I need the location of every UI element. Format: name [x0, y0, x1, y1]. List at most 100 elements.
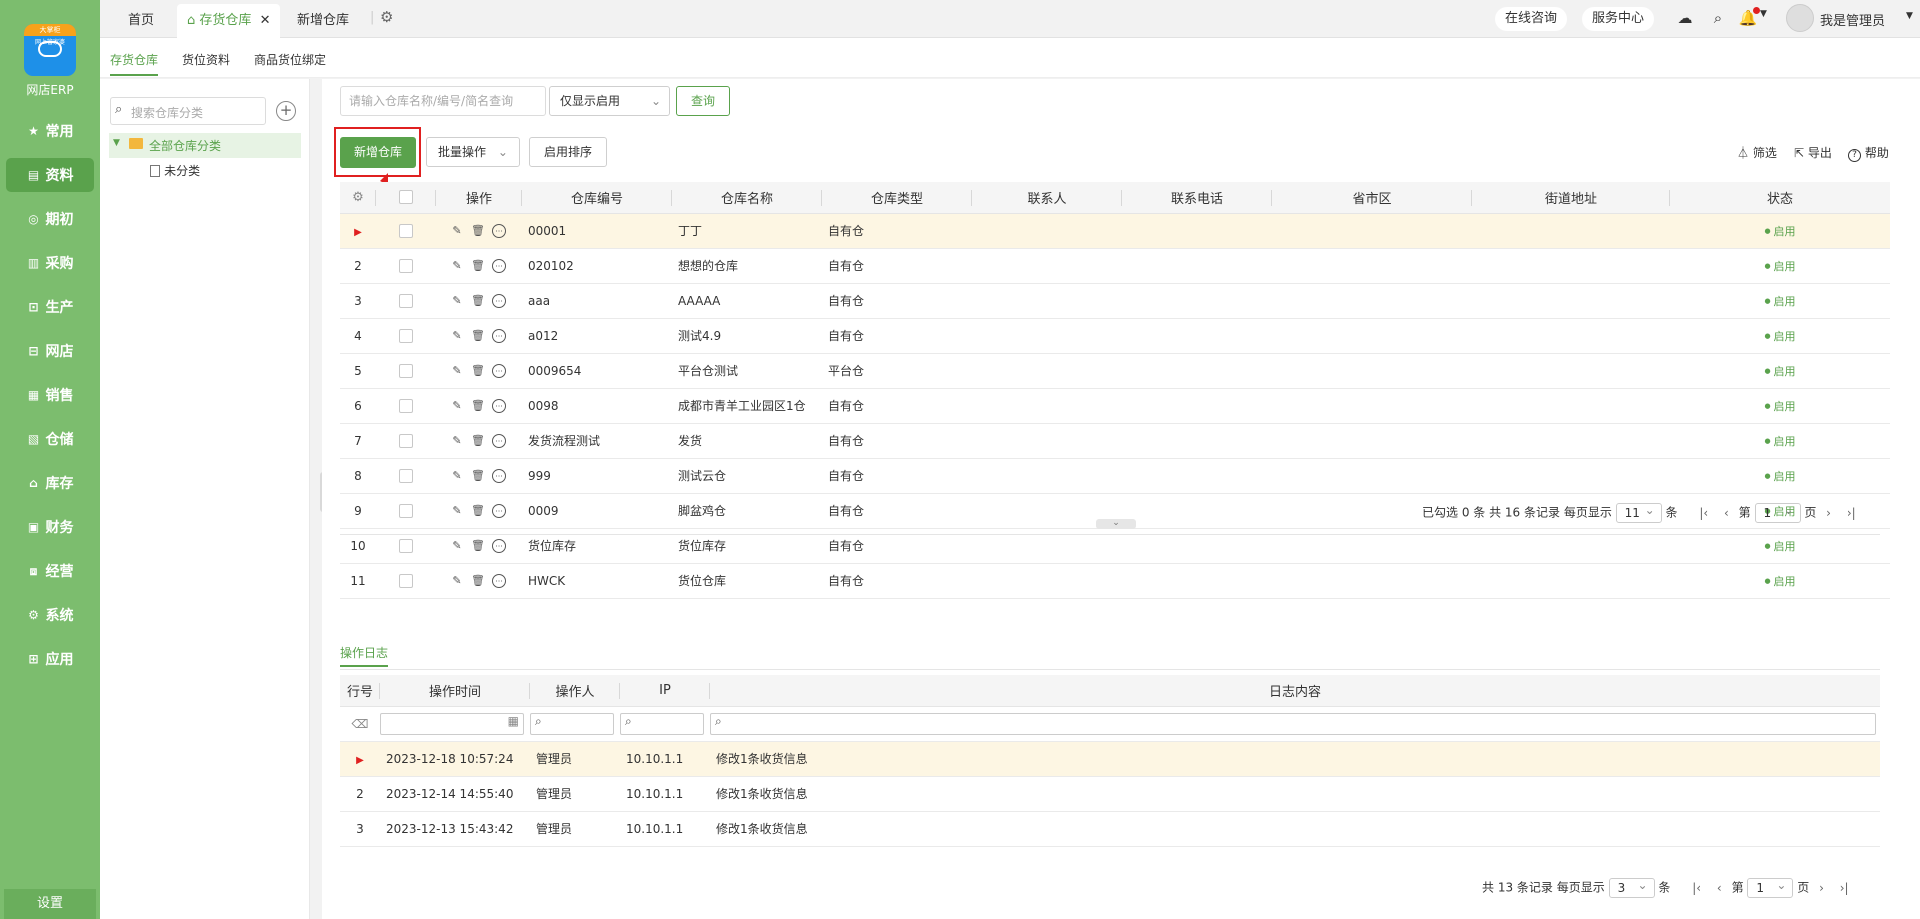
first-page-icon[interactable]: |‹ [1699, 506, 1708, 520]
more-icon[interactable]: ··· [492, 434, 506, 448]
column-settings-icon[interactable]: ⚙ [340, 182, 376, 214]
category-search-input[interactable]: 搜索仓库分类 [131, 104, 203, 121]
more-icon[interactable]: ··· [492, 574, 506, 588]
settings-button[interactable]: 设置 [4, 889, 96, 919]
edit-icon[interactable]: ✎ [450, 399, 464, 413]
table-row[interactable]: 8 ✎ 🗑 ··· 999测试云仓自有仓 启用 [340, 458, 1890, 494]
status-filter-select[interactable]: 仅显示启用 ⌄ [549, 86, 670, 116]
delete-icon[interactable]: 🗑 [471, 574, 485, 588]
select-all-checkbox[interactable] [376, 182, 436, 214]
delete-icon[interactable]: 🗑 [471, 259, 485, 273]
more-icon[interactable]: ··· [492, 364, 506, 378]
row-checkbox[interactable] [399, 573, 413, 588]
sidebar-item-finance[interactable]: ▣ 财务 [6, 510, 94, 544]
page-select[interactable]: 1 [1754, 501, 1801, 523]
ip-filter[interactable]: ⌕ [620, 706, 710, 742]
subtab-binding[interactable]: 商品货位绑定 [254, 51, 326, 68]
gear-icon[interactable]: ⚙ [380, 8, 393, 26]
log-row[interactable]: 2 2023-12-14 14:55:40 管理员 10.10.1.1 修改1条收货信息 [340, 776, 1880, 812]
search-icon[interactable]: ⌕ [1708, 9, 1728, 29]
table-row[interactable]: 5 ✎ 🗑 ··· 0009654平台仓测试平台仓 启用 [340, 353, 1890, 389]
more-icon[interactable]: ··· [492, 539, 506, 553]
row-checkbox[interactable] [399, 223, 413, 238]
subtab-location[interactable]: 货位资料 [182, 51, 230, 68]
search-input[interactable]: 请输入仓库名称/编号/简名查询 [340, 86, 546, 116]
sidebar-item-common[interactable]: ★ 常用 [6, 114, 94, 148]
prev-page-icon[interactable]: ‹ [1717, 881, 1722, 895]
table-row[interactable]: 6 ✎ 🗑 ··· 0098成都市青羊工业园区1仓自有仓 启用 [340, 388, 1890, 424]
enable-sort-button[interactable]: 启用排序 [529, 137, 607, 167]
prev-page-icon[interactable]: ‹ [1724, 506, 1729, 520]
edit-icon[interactable]: ✎ [450, 259, 464, 273]
edit-icon[interactable]: ✎ [450, 224, 464, 238]
table-row[interactable]: 4 ✎ 🗑 ··· a012测试4.9自有仓 启用 [340, 318, 1890, 354]
edit-icon[interactable]: ✎ [450, 504, 464, 518]
sidebar-item-inventory[interactable]: ⌂ 库存 [6, 466, 94, 500]
row-checkbox[interactable] [399, 538, 413, 553]
row-checkbox[interactable] [399, 363, 413, 378]
sidebar-item-system[interactable]: ⚙ 系统 [6, 598, 94, 632]
close-icon[interactable]: ✕ [260, 13, 271, 28]
edit-icon[interactable]: ✎ [450, 364, 464, 378]
table-row[interactable]: 11 ✎ 🗑 ··· HWCK货位仓库自有仓 启用 [340, 563, 1890, 599]
help-button[interactable]: ? 帮助 [1848, 144, 1889, 162]
edit-icon[interactable]: ✎ [450, 294, 464, 308]
tab-warehouse[interactable]: ⌂ 存货仓库 ✕ [177, 4, 281, 38]
page-select[interactable]: 1 [1747, 876, 1794, 898]
sidebar-item-opening[interactable]: ◎ 期初 [6, 202, 94, 236]
filter-button[interactable]: ⏃ 筛选 [1737, 144, 1777, 161]
time-filter[interactable]: ▦ [380, 706, 530, 742]
delete-icon[interactable]: 🗑 [471, 504, 485, 518]
tree-child[interactable]: 未分类 [150, 162, 200, 184]
row-checkbox[interactable] [399, 503, 413, 518]
app-logo[interactable]: 大掌柜 网上管家婆 [24, 24, 76, 76]
avatar[interactable] [1786, 4, 1814, 32]
sidebar-item-purchase[interactable]: ▥ 采购 [6, 246, 94, 280]
row-checkbox[interactable] [399, 328, 413, 343]
next-page-icon[interactable]: › [1826, 506, 1831, 520]
more-icon[interactable]: ··· [492, 469, 506, 483]
per-page-select[interactable]: 11 [1615, 501, 1662, 523]
category-search[interactable]: ⌕ 搜索仓库分类 [110, 97, 266, 125]
sidebar-item-online-store[interactable]: ⊟ 网店 [6, 334, 94, 368]
table-row[interactable]: 2 ✎ 🗑 ··· 020102想想的仓库自有仓 启用 [340, 248, 1890, 284]
table-row[interactable]: ▶ ✎ 🗑 ··· 00001丁丁自有仓 启用 [340, 213, 1890, 249]
sidebar-item-data[interactable]: ▤ 资料 [6, 158, 94, 192]
content-filter[interactable]: ⌕ [710, 706, 1880, 742]
sidebar-item-storage[interactable]: ▧ 仓储 [6, 422, 94, 456]
delete-icon[interactable]: 🗑 [471, 434, 485, 448]
row-checkbox[interactable] [399, 293, 413, 308]
query-button[interactable]: 查询 [676, 86, 730, 116]
service-center-button[interactable]: 服务中心 [1582, 7, 1655, 31]
cloud-download-icon[interactable]: ☁ [1675, 9, 1695, 29]
edit-icon[interactable]: ✎ [450, 469, 464, 483]
row-checkbox[interactable] [399, 398, 413, 413]
add-category-icon[interactable]: + [276, 101, 296, 121]
sidebar-item-production[interactable]: ⊡ 生产 [6, 290, 94, 324]
more-icon[interactable]: ··· [492, 329, 506, 343]
calendar-icon[interactable]: ▦ [380, 712, 524, 735]
export-button[interactable]: ⇱ 导出 [1794, 144, 1832, 161]
next-page-icon[interactable]: › [1819, 881, 1824, 895]
delete-icon[interactable]: 🗑 [471, 399, 485, 413]
last-page-icon[interactable]: ›| [1840, 881, 1849, 895]
delete-icon[interactable]: 🗑 [471, 364, 485, 378]
operation-log-tab[interactable]: 操作日志 [340, 644, 389, 667]
log-row[interactable]: ▶ 2023-12-18 10:57:24 管理员 10.10.1.1 修改1条收货信息 [340, 741, 1880, 777]
batch-operation-button[interactable]: 批量操作 ⌄ [426, 137, 520, 167]
more-icon[interactable]: ··· [492, 294, 506, 308]
search-icon[interactable]: ⌕ [530, 712, 614, 735]
chevron-down-icon[interactable]: ▼ [1760, 9, 1767, 19]
row-checkbox[interactable] [399, 468, 413, 483]
per-page-select[interactable]: 3 [1608, 876, 1655, 898]
edit-icon[interactable]: ✎ [450, 539, 464, 553]
tab-home[interactable]: 首页 [128, 4, 154, 38]
edit-icon[interactable]: ✎ [450, 329, 464, 343]
delete-icon[interactable]: 🗑 [471, 469, 485, 483]
row-checkbox[interactable] [399, 258, 413, 273]
splitter-handle[interactable]: ⌄ [1096, 519, 1136, 529]
table-row[interactable]: 7 ✎ 🗑 ··· 发货流程测试发货自有仓 启用 [340, 423, 1890, 459]
search-icon[interactable]: ⌕ [710, 712, 1876, 735]
user-name[interactable]: 我是管理员 [1820, 10, 1885, 29]
subtab-warehouse[interactable]: 存货仓库 [110, 51, 159, 76]
